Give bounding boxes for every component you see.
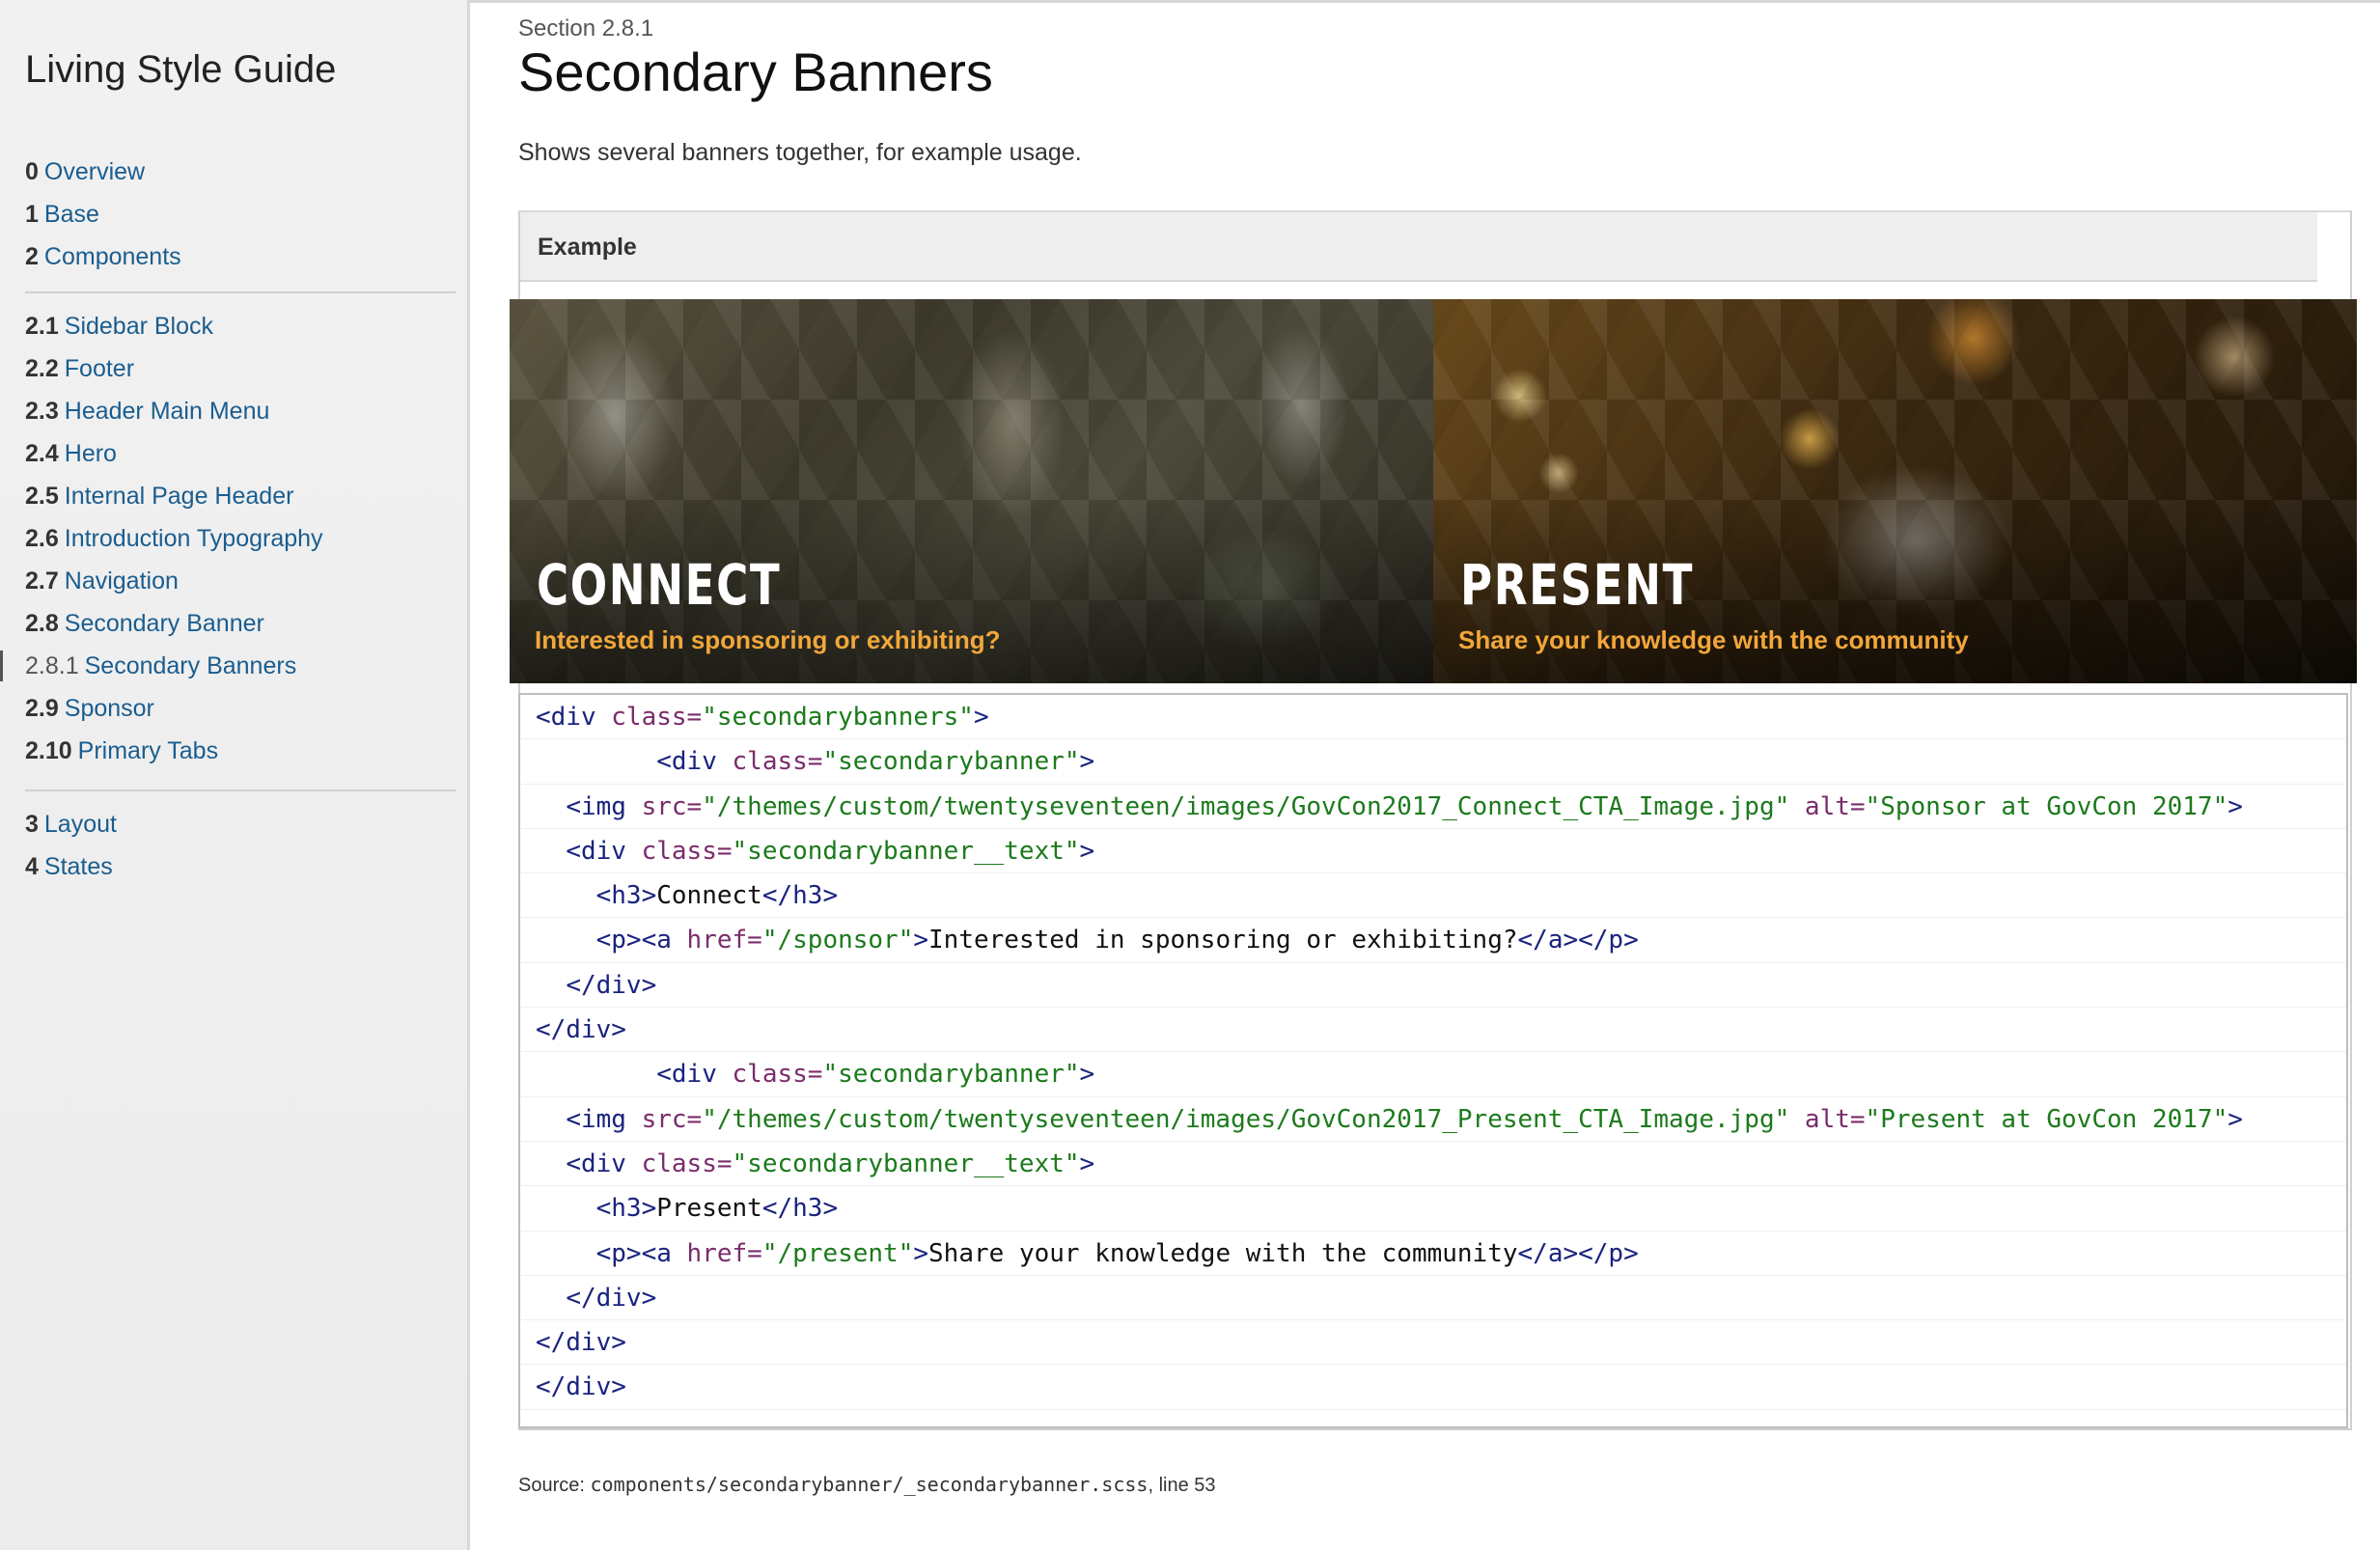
nav-label: Primary Tabs [77,737,219,764]
code-line: <p><a href="/sponsor">Interested in spon… [520,918,2346,963]
secondary-banners: CONNECT Interested in sponsoring or exhi… [510,299,2357,683]
nav-label: Hero [64,440,117,467]
site-title[interactable]: Living Style Guide [25,48,336,92]
nav-top-group: 0 Overview 1 Base 2 Components [25,151,456,278]
nav-label: Introduction Typography [64,525,323,552]
nav-secondary-banners[interactable]: 2.8.1 Secondary Banners [0,645,456,687]
code-line: <div class="secondarybanner"> [520,1052,2346,1097]
code-block[interactable]: <div class="secondarybanners"> <div clas… [518,693,2348,1428]
nav-components-group: 2.1 Sidebar Block 2.2 Footer 2.3 Header Mai… [0,305,456,772]
page-title: Secondary Banners [518,42,993,102]
nav-introduction-typography[interactable]: 2.6 Introduction Typography [25,517,456,560]
present-banner-link[interactable]: Share your knowledge with the community [1458,625,1969,655]
nav-primary-tabs[interactable]: 2.10 Primary Tabs [25,730,456,772]
nav-components[interactable]: 2 Components [25,235,456,278]
nav-sidebar-block[interactable]: 2.1 Sidebar Block [25,305,456,347]
nav-label: Secondary Banners [84,652,297,679]
nav-secondary-banner[interactable]: 2.8 Secondary Banner [25,602,456,645]
code-line: <p><a href="/present">Share your knowled… [520,1232,2346,1276]
page-description: Shows several banners together, for exam… [518,139,1082,166]
nav-hero[interactable]: 2.4 Hero [25,432,456,475]
nav-overview[interactable]: 0 Overview [25,151,456,193]
code-line: </div> [520,1365,2346,1410]
code-line: <div class="secondarybanner__text"> [520,1142,2346,1187]
nav-layout[interactable]: 3 Layout [25,803,456,845]
sidebar: Living Style Guide 0 Overview 1 Base 2 Comp… [0,0,470,1550]
nav-sponsor[interactable]: 2.9 Sponsor [25,687,456,730]
nav-label: Layout [43,811,117,838]
connect-banner-link[interactable]: Interested in sponsoring or exhibiting? [535,625,1000,655]
nav-label: Sponsor [64,695,154,722]
nav-label: Components [43,243,181,270]
connect-banner[interactable]: CONNECT Interested in sponsoring or exhi… [510,299,1433,683]
nav-divider [25,789,456,791]
connect-banner-title: CONNECT [537,552,782,618]
nav-label: Navigation [64,567,179,595]
code-line: <h3>Present</h3> [520,1186,2346,1232]
nav-label: Internal Page Header [64,483,294,510]
nav-label: Secondary Banner [64,610,264,637]
code-line: <img src="/themes/custom/twentyseventeen… [520,785,2346,829]
code-line: </div> [520,1276,2346,1321]
nav-internal-page-header[interactable]: 2.5 Internal Page Header [25,475,456,517]
nav-label: Sidebar Block [64,313,214,340]
code-line: <div class="secondarybanner__text"> [520,829,2346,874]
nav-label: Header Main Menu [64,398,270,425]
nav-base[interactable]: 1 Base [25,193,456,235]
nav-bottom-group: 3 Layout 4 States [25,803,456,888]
section-reference: Section 2.8.1 [518,15,654,42]
example-header: Example [520,212,2317,282]
source-path: components/secondarybanner/_secondaryban… [590,1473,1148,1496]
nav-states[interactable]: 4 States [25,845,456,888]
nav-label: Base [43,201,99,228]
code-line: <h3>Connect</h3> [520,873,2346,919]
nav-navigation[interactable]: 2.7 Navigation [25,560,456,602]
code-line: <img src="/themes/custom/twentyseventeen… [520,1097,2346,1142]
nav-label: Overview [43,158,146,185]
nav-label: Footer [64,355,135,382]
nav-divider [25,291,456,293]
code-line: </div> [520,1008,2346,1053]
present-banner-title: PRESENT [1460,552,1695,618]
code-line: </div> [520,963,2346,1009]
present-banner[interactable]: PRESENT Share your knowledge with the co… [1433,299,2357,683]
code-line: <div class="secondarybanner"> [520,739,2346,785]
code-line: </div> [520,1320,2346,1366]
nav-header-main-menu[interactable]: 2.3 Header Main Menu [25,390,456,432]
nav-label: States [43,853,113,880]
source-reference: Source: components/secondarybanner/_seco… [518,1473,1216,1496]
nav-footer[interactable]: 2.2 Footer [25,347,456,390]
code-line: <div class="secondarybanners"> [520,695,2346,740]
